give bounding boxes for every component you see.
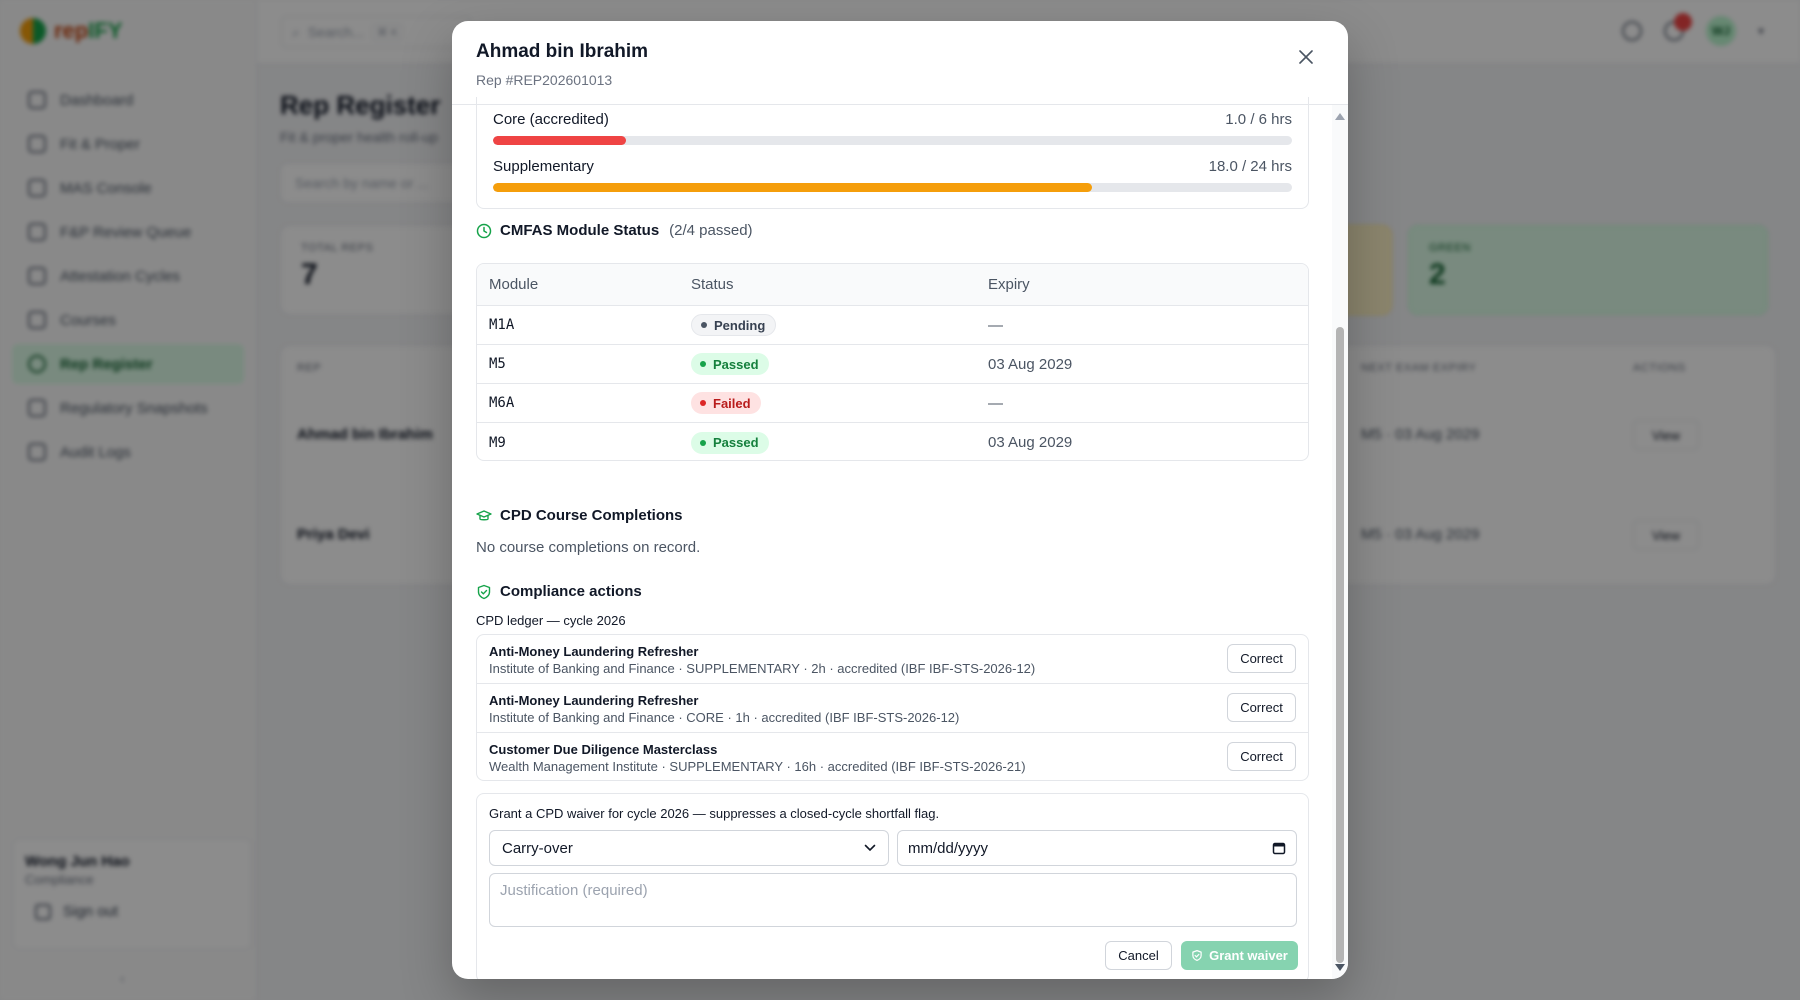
waiver-form: Grant a CPD waiver for cycle 2026 — supp…: [476, 793, 1309, 979]
shield-check-icon: [477, 584, 491, 599]
rep-detail-modal: Ahmad bin Ibrahim Rep #REP202601013 Core…: [452, 21, 1348, 979]
modal-body: Core (accredited) 1.0 / 6 hrs Supplementa…: [476, 97, 1309, 979]
cancel-button[interactable]: Cancel: [1105, 941, 1172, 970]
graduation-cap-icon: [476, 509, 492, 520]
core-progress-bar: [493, 136, 627, 145]
cpd-courses-section-title: CPD Course Completions: [476, 507, 683, 524]
table-row: M6A Failed —: [477, 384, 1308, 423]
status-badge: Passed: [691, 353, 769, 375]
status-badge: Passed: [691, 431, 769, 454]
cpd-supplementary-progress: Supplementary 18.0 / 24 hrs: [493, 158, 1292, 192]
table-row: M9 Passed 03 Aug 2029: [477, 423, 1308, 460]
modal-title: Ahmad bin Ibrahim: [476, 41, 649, 62]
table-header-row: Module Status Expiry: [477, 264, 1308, 306]
waiver-date-input[interactable]: mm/dd/yyyy: [897, 830, 1297, 866]
scroll-down-arrow[interactable]: [1335, 964, 1345, 971]
cpd-core-progress: Core (accredited) 1.0 / 6 hrs: [493, 111, 1292, 145]
modal-header: Ahmad bin Ibrahim Rep #REP202601013: [452, 21, 1348, 105]
correct-button[interactable]: Correct: [1227, 693, 1296, 722]
waiver-description: Grant a CPD waiver for cycle 2026 — supp…: [489, 806, 940, 821]
list-item: Anti-Money Laundering Refresher Institut…: [477, 635, 1308, 684]
grant-waiver-button[interactable]: Grant waiver: [1181, 941, 1298, 970]
scroll-thumb[interactable]: [1336, 327, 1344, 963]
shield-check-icon: [1192, 950, 1202, 961]
list-item: Customer Due Diligence Masterclass Wealt…: [477, 733, 1308, 780]
modal-scrollbar[interactable]: [1332, 105, 1348, 979]
correct-button[interactable]: Correct: [1227, 644, 1296, 673]
waiver-type-select[interactable]: Carry-over: [489, 830, 889, 866]
status-badge: Failed: [691, 392, 761, 414]
close-button[interactable]: [1292, 43, 1320, 71]
chevron-down-icon: [864, 844, 876, 852]
correct-button[interactable]: Correct: [1227, 742, 1296, 771]
cpd-progress-card: Core (accredited) 1.0 / 6 hrs Supplementa…: [476, 97, 1309, 209]
clock-icon: [476, 223, 492, 238]
cmfas-module-table: Module Status Expiry M1A Pending — M5 Pa…: [476, 263, 1309, 461]
justification-textarea[interactable]: [489, 873, 1297, 927]
passed-count: (2/4 passed): [669, 222, 753, 239]
cpd-ledger: Anti-Money Laundering Refresher Institut…: [476, 634, 1309, 781]
cmfas-section-title: CMFAS Module Status (2/4 passed): [476, 222, 753, 239]
rep-id: Rep #REP202601013: [476, 72, 613, 88]
table-row: M1A Pending —: [477, 306, 1308, 345]
scroll-up-arrow[interactable]: [1335, 113, 1345, 120]
status-badge: Pending: [691, 314, 777, 336]
list-item: Anti-Money Laundering Refresher Institut…: [477, 684, 1308, 733]
ledger-title: CPD ledger — cycle 2026: [476, 613, 626, 628]
close-icon: [1299, 50, 1313, 64]
empty-state: No course completions on record.: [476, 539, 701, 556]
table-row: M5 Passed 03 Aug 2029: [477, 345, 1308, 384]
compliance-section-title: Compliance actions: [476, 583, 642, 600]
supplementary-progress-bar: [493, 183, 1093, 192]
calendar-icon[interactable]: [1272, 841, 1286, 855]
